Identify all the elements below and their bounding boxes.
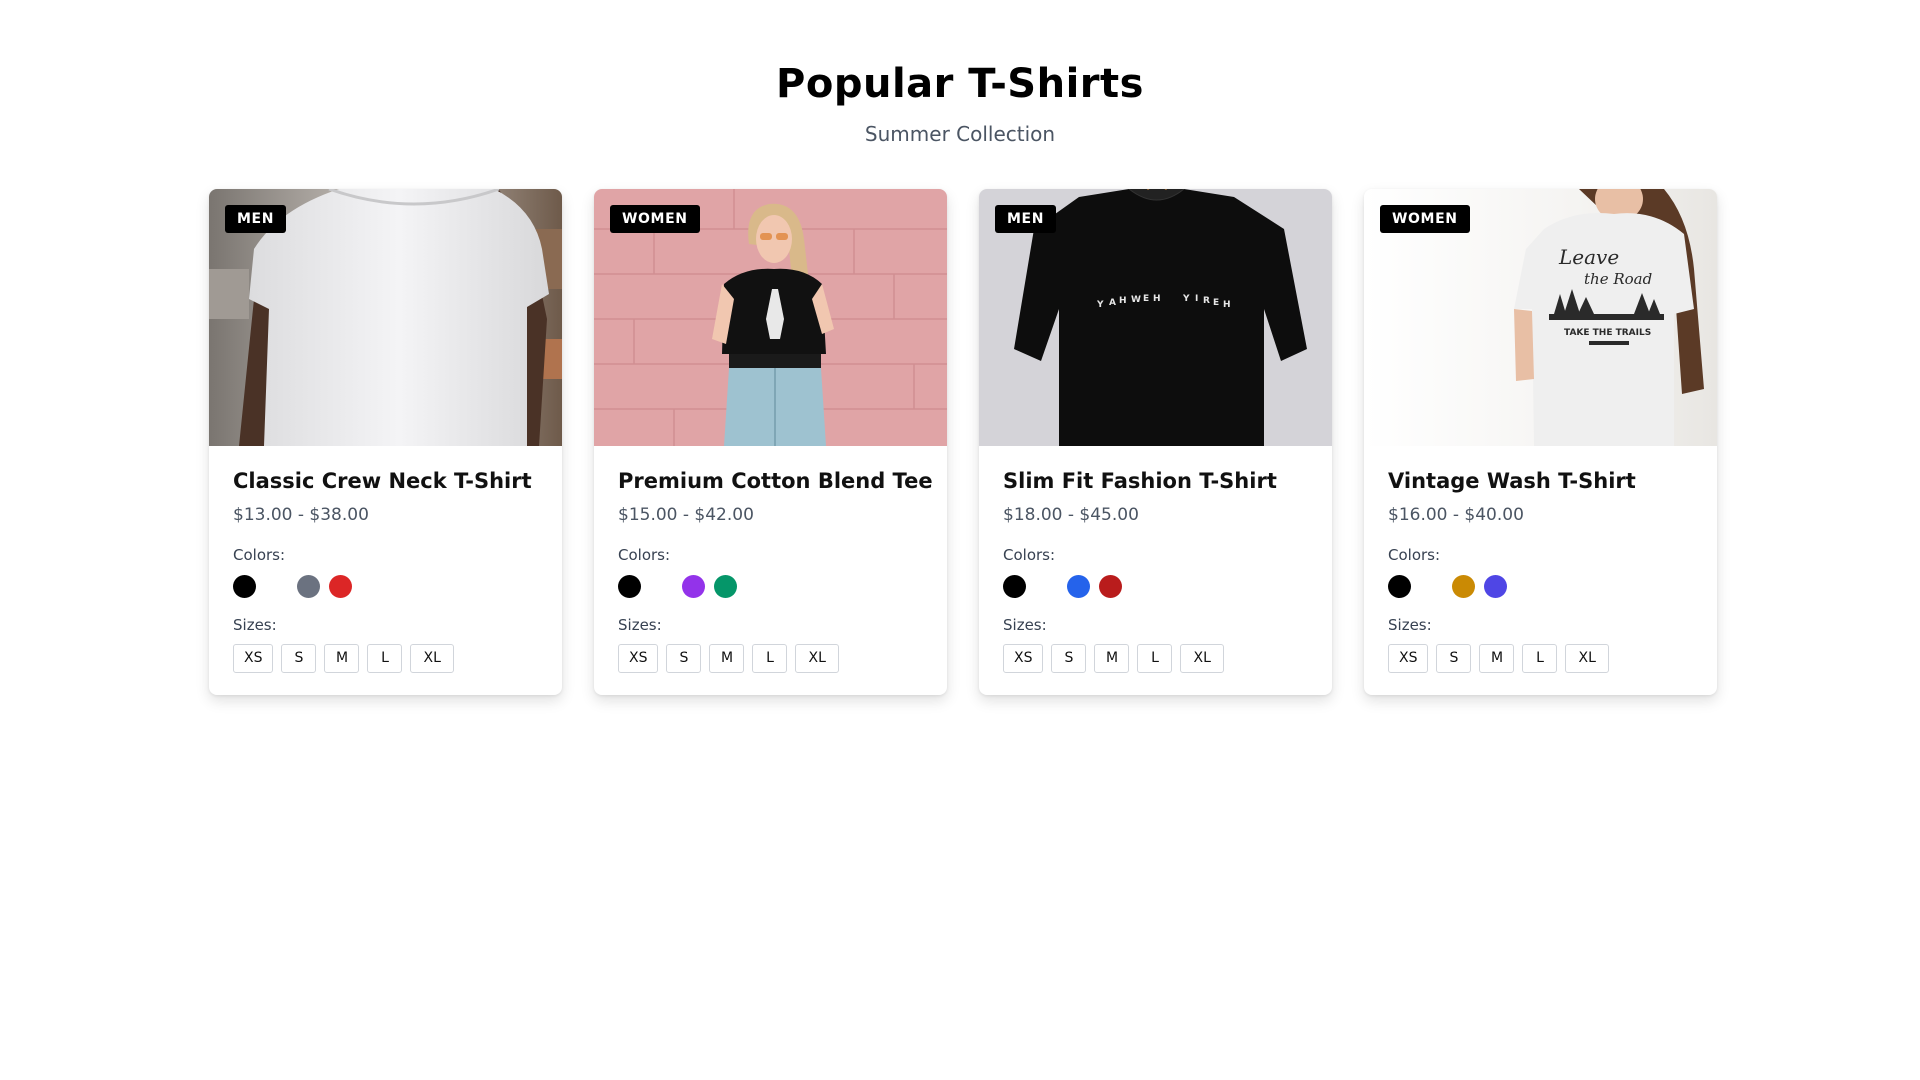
color-swatch-white[interactable] [650,574,673,598]
size-option-xl[interactable]: XL [410,644,454,673]
page-subtitle: Summer Collection [864,122,1056,146]
category-badge: MEN [225,205,287,233]
color-swatch-white[interactable] [1420,574,1443,598]
sizes-label: Sizes: [618,616,662,634]
size-option-xs[interactable]: XS [1003,644,1044,673]
size-option-m[interactable]: M [1094,644,1130,673]
svg-text:Y: Y [1182,294,1190,304]
category-badge: WOMEN [610,205,700,233]
color-swatches [618,574,923,598]
size-option-l[interactable]: L [1137,644,1173,673]
colors-label: Colors: [618,546,671,564]
page-title: Popular T-Shirts [776,61,1144,107]
color-swatch-black[interactable] [618,574,641,598]
size-option-xl[interactable]: XL [1180,644,1224,673]
size-option-l[interactable]: L [1522,644,1558,673]
size-option-xs[interactable]: XS [1388,644,1429,673]
product-name[interactable]: Slim Fit Fashion T-Shirt [1003,468,1308,494]
svg-text:R: R [1203,296,1210,306]
color-swatch-green[interactable] [714,574,737,598]
size-option-l[interactable]: L [752,644,788,673]
svg-text:I: I [1195,294,1198,304]
colors-label: Colors: [1388,546,1441,564]
svg-text:W: W [1131,295,1141,305]
svg-text:H: H [1223,300,1231,310]
color-swatch-black[interactable] [233,574,256,598]
color-swatches [1388,574,1693,598]
product-price: $15.00 - $42.00 [618,505,754,525]
size-option-s[interactable]: S [1051,644,1087,673]
color-swatch-purple[interactable] [682,574,705,598]
size-option-m[interactable]: M [324,644,360,673]
color-swatch-dark-red[interactable] [1099,574,1122,598]
sizes-label: Sizes: [1388,616,1432,634]
size-options: XS S M L XL [233,644,538,673]
size-option-xl[interactable]: XL [795,644,839,673]
color-swatches [233,574,538,598]
product-card[interactable]: MEN Classic Crew Neck T-Shirt $13.00 - $… [209,189,562,695]
product-price: $18.00 - $45.00 [1003,505,1139,525]
size-options: XS S M L XL [1388,644,1693,673]
product-image[interactable]: MEN [209,189,562,446]
sizes-label: Sizes: [233,616,277,634]
color-swatch-black[interactable] [1003,574,1026,598]
size-options: XS S M L XL [1003,644,1308,673]
product-card[interactable]: Leave the Road TAKE THE TRAILS WOMEN Vin… [1364,189,1717,695]
color-swatch-white[interactable] [265,574,288,598]
svg-text:A: A [1109,298,1116,308]
size-option-m[interactable]: M [1479,644,1515,673]
svg-text:TAKE THE TRAILS: TAKE THE TRAILS [1564,328,1651,338]
size-option-xs[interactable]: XS [618,644,659,673]
size-option-s[interactable]: S [281,644,317,673]
size-options: XS S M L XL [618,644,923,673]
color-swatch-blue[interactable] [1067,574,1090,598]
size-option-s[interactable]: S [1436,644,1472,673]
colors-label: Colors: [233,546,286,564]
color-swatch-white[interactable] [1035,574,1058,598]
color-swatch-black[interactable] [1388,574,1411,598]
svg-text:Y: Y [1096,300,1104,310]
category-badge: WOMEN [1380,205,1470,233]
svg-text:Leave: Leave [1558,245,1619,269]
product-card[interactable]: YAH WEH YIR EH MEN Slim Fit Fashion T-Sh… [979,189,1332,695]
product-name[interactable]: Classic Crew Neck T-Shirt [233,468,538,494]
category-badge: MEN [995,205,1057,233]
color-swatches [1003,574,1308,598]
product-name[interactable]: Vintage Wash T-Shirt [1388,468,1693,494]
product-grid: MEN Classic Crew Neck T-Shirt $13.00 - $… [209,189,1717,695]
svg-text:H: H [1119,296,1127,306]
size-option-xl[interactable]: XL [1565,644,1609,673]
svg-text:H: H [1153,294,1161,304]
size-option-xs[interactable]: XS [233,644,274,673]
product-image[interactable]: Leave the Road TAKE THE TRAILS WOMEN [1364,189,1717,446]
page-header: Popular T-Shirts Summer Collection [0,0,1920,146]
color-swatch-red[interactable] [329,574,352,598]
size-option-m[interactable]: M [709,644,745,673]
svg-text:the Road: the Road [1584,270,1652,288]
product-image[interactable]: WOMEN [594,189,947,446]
sizes-label: Sizes: [1003,616,1047,634]
svg-text:E: E [1143,294,1149,304]
product-image[interactable]: YAH WEH YIR EH MEN [979,189,1332,446]
color-swatch-amber[interactable] [1452,574,1475,598]
svg-text:E: E [1213,298,1219,308]
color-swatch-indigo[interactable] [1484,574,1507,598]
size-option-l[interactable]: L [367,644,403,673]
product-name[interactable]: Premium Cotton Blend Tee [618,468,933,494]
product-price: $13.00 - $38.00 [233,505,369,525]
size-option-s[interactable]: S [666,644,702,673]
product-card[interactable]: WOMEN Premium Cotton Blend Tee $15.00 - … [594,189,947,695]
product-price: $16.00 - $40.00 [1388,505,1524,525]
color-swatch-gray[interactable] [297,574,320,598]
colors-label: Colors: [1003,546,1056,564]
